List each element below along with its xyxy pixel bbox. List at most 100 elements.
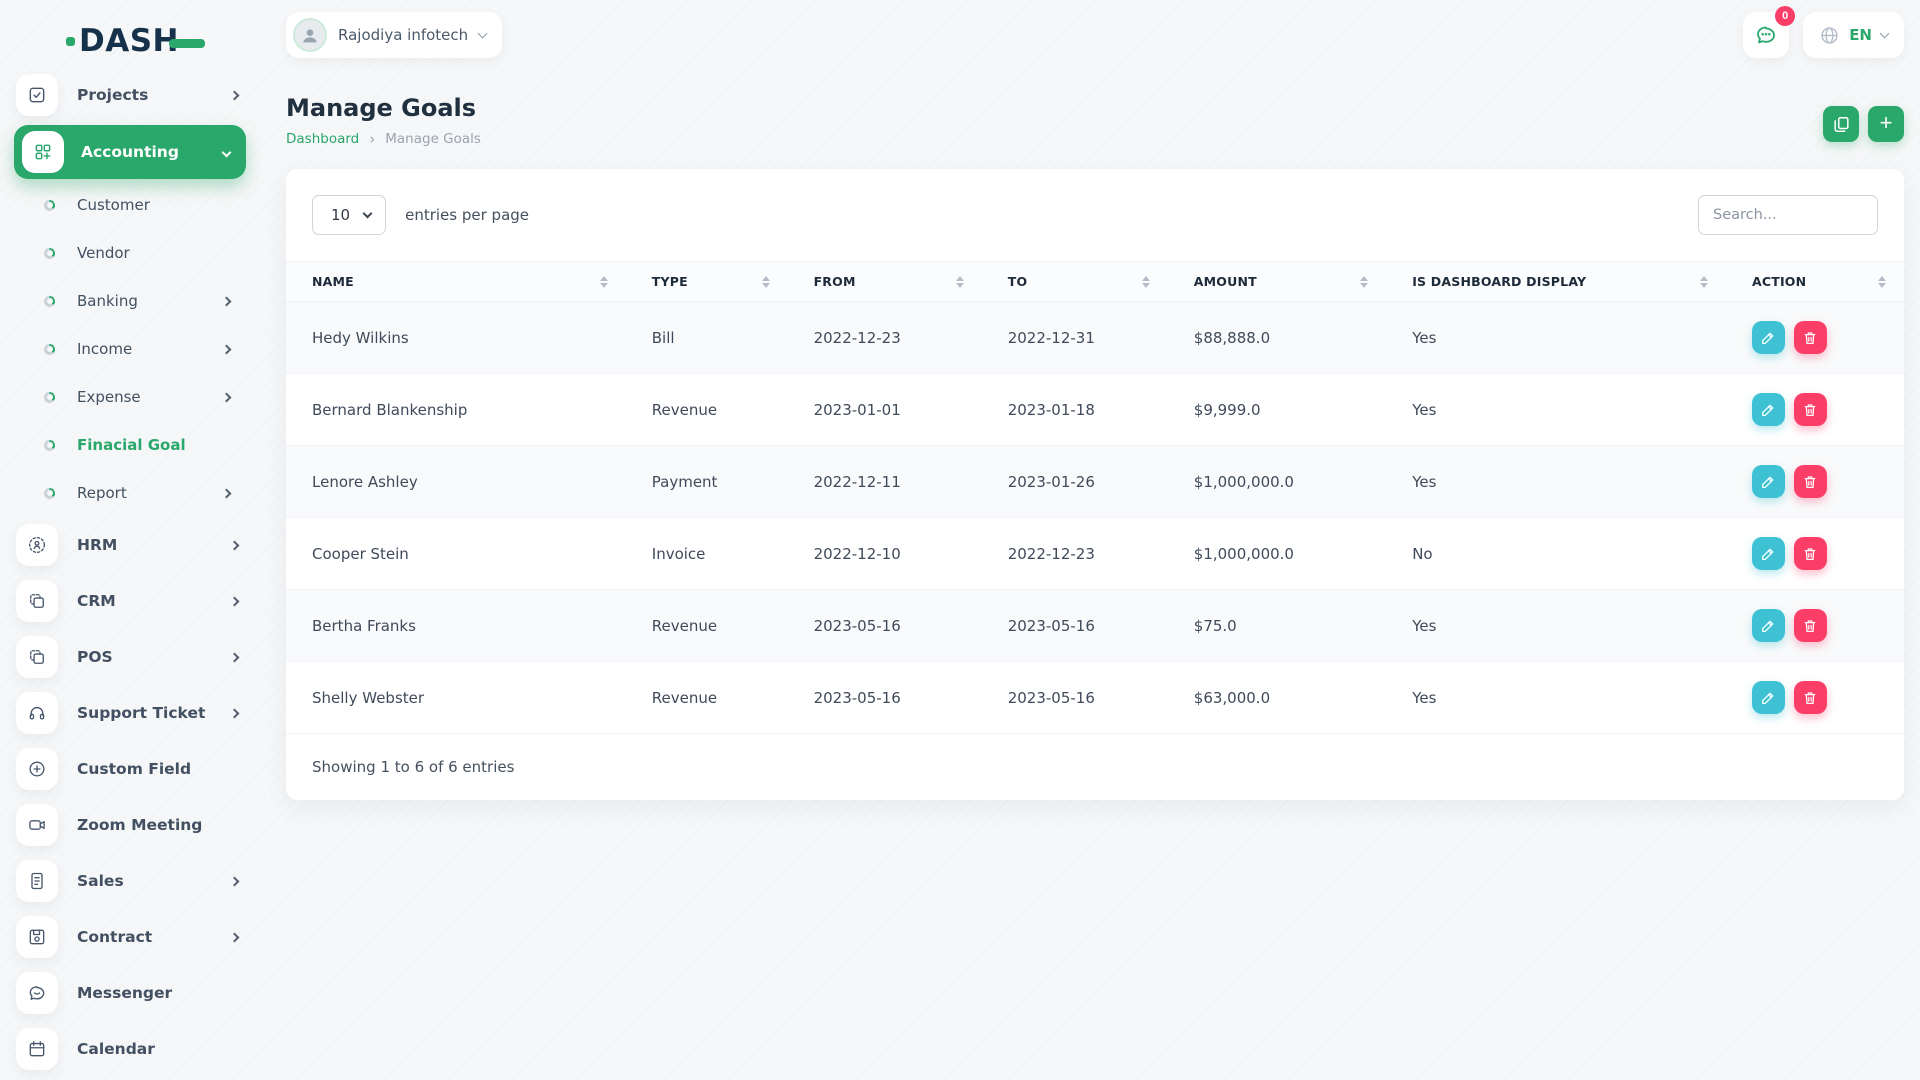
- column-header-to[interactable]: TO: [981, 261, 1168, 302]
- breadcrumb-dashboard-link[interactable]: Dashboard: [286, 131, 359, 147]
- sidebar-item-expense[interactable]: Expense: [0, 373, 260, 421]
- sidebar-item-vendor[interactable]: Vendor: [0, 229, 260, 277]
- search-input[interactable]: [1698, 195, 1878, 235]
- edit-button[interactable]: [1751, 537, 1785, 570]
- sort-icon[interactable]: [1870, 275, 1886, 288]
- sidebar-item-sales[interactable]: Sales: [0, 853, 260, 909]
- column-header-dashboard-display[interactable]: IS DASHBOARD DISPLAY: [1386, 261, 1726, 302]
- sort-icon[interactable]: [592, 275, 608, 288]
- delete-button[interactable]: [1793, 393, 1827, 426]
- pencil-icon: [1762, 692, 1774, 704]
- cell-dashboard-display: No: [1386, 517, 1726, 590]
- cell-type: Revenue: [625, 661, 788, 734]
- cell-type: Revenue: [625, 373, 788, 446]
- sidebar-item-hrm[interactable]: HRM: [0, 517, 260, 573]
- table-summary: Showing 1 to 6 of 6 entries: [312, 758, 515, 776]
- sidebar-item-pos[interactable]: POS: [0, 629, 260, 685]
- copy-icon: [16, 580, 58, 622]
- edit-button[interactable]: [1751, 681, 1785, 714]
- export-button[interactable]: [1823, 106, 1859, 142]
- hrm-icon: [16, 524, 58, 566]
- chevron-right-icon: [221, 344, 232, 354]
- edit-button[interactable]: [1751, 609, 1785, 642]
- table-row: Lenore Ashley Payment 2022-12-11 2023-01…: [286, 445, 1904, 518]
- edit-button[interactable]: [1751, 465, 1785, 498]
- breadcrumb-separator: ›: [369, 129, 376, 148]
- cell-from: 2023-01-01: [787, 373, 982, 446]
- sort-icon[interactable]: [1134, 275, 1150, 288]
- sidebar-item-finacial-goal[interactable]: Finacial Goal: [0, 421, 260, 469]
- edit-button[interactable]: [1751, 393, 1785, 426]
- sidebar-item-projects[interactable]: Projects: [0, 67, 260, 123]
- delete-button[interactable]: [1793, 681, 1827, 714]
- delete-button[interactable]: [1793, 537, 1827, 570]
- sidebar-item-zoom-meeting[interactable]: Zoom Meeting: [0, 797, 260, 853]
- delete-button[interactable]: [1793, 321, 1827, 354]
- chevron-right-icon: [229, 540, 240, 550]
- trash-icon: [1805, 619, 1816, 632]
- sort-icon[interactable]: [1352, 275, 1369, 288]
- column-header-type[interactable]: TYPE: [625, 261, 788, 302]
- app-logo[interactable]: DASH: [66, 26, 260, 57]
- sort-icon[interactable]: [754, 275, 770, 288]
- sidebar-item-contract[interactable]: Contract: [0, 909, 260, 965]
- cell-name: Cooper Stein: [286, 517, 626, 590]
- cell-amount: $75.0: [1167, 589, 1387, 662]
- cell-type: Revenue: [625, 589, 788, 662]
- main-area: Rajodiya infotech 0 EN Manage Goals Dash…: [260, 0, 1920, 1080]
- cell-to: 2023-05-16: [981, 661, 1168, 734]
- calendar-icon: [16, 1028, 58, 1070]
- cell-to: 2023-01-26: [981, 445, 1168, 518]
- entries-per-page-select[interactable]: 10: [312, 195, 387, 235]
- table-row: Bertha Franks Revenue 2023-05-16 2023-05…: [286, 589, 1904, 662]
- cell-amount: $88,888.0: [1167, 301, 1387, 374]
- language-code: EN: [1849, 26, 1872, 44]
- cell-to: 2022-12-23: [981, 517, 1168, 590]
- sidebar-item-income[interactable]: Income: [0, 325, 260, 373]
- add-button[interactable]: +: [1868, 106, 1904, 142]
- column-header-action[interactable]: ACTION: [1725, 261, 1904, 302]
- chevron-right-icon: [229, 708, 240, 718]
- cell-to: 2023-05-16: [981, 589, 1168, 662]
- column-header-name[interactable]: NAME: [286, 261, 626, 302]
- topbar: Rajodiya infotech 0 EN: [286, 0, 1904, 72]
- sidebar-item-crm[interactable]: CRM: [0, 573, 260, 629]
- cell-from: 2023-05-16: [787, 589, 982, 662]
- bullet-icon: [44, 247, 55, 259]
- sidebar-item-banking[interactable]: Banking: [0, 277, 260, 325]
- sidebar-item-accounting[interactable]: Accounting: [14, 125, 246, 179]
- sidebar-item-messenger[interactable]: Messenger: [0, 965, 260, 1021]
- cell-dashboard-display: Yes: [1386, 589, 1726, 662]
- cell-dashboard-display: Yes: [1386, 445, 1726, 518]
- column-header-from[interactable]: FROM: [787, 261, 982, 302]
- delete-button[interactable]: [1793, 465, 1827, 498]
- sidebar-item-customer[interactable]: Customer: [0, 181, 260, 229]
- sidebar-item-report[interactable]: Report: [0, 469, 260, 517]
- cell-type: Payment: [625, 445, 788, 518]
- cell-dashboard-display: Yes: [1386, 661, 1726, 734]
- sidebar-item-calendar[interactable]: Calendar: [0, 1021, 260, 1077]
- sort-icon[interactable]: [1692, 275, 1708, 288]
- sidebar-item-custom-field[interactable]: Custom Field: [0, 741, 260, 797]
- edit-button[interactable]: [1751, 321, 1785, 354]
- column-header-amount[interactable]: AMOUNT: [1167, 261, 1387, 302]
- cell-name: Bertha Franks: [286, 589, 626, 662]
- sidebar-menu: Projects Accounting Customer Vendor Bank…: [0, 67, 260, 1077]
- cell-from: 2022-12-23: [787, 301, 982, 374]
- sidebar-item-support-ticket[interactable]: Support Ticket: [0, 685, 260, 741]
- document-icon: [16, 860, 58, 902]
- language-selector[interactable]: EN: [1803, 12, 1904, 58]
- bullet-icon: [44, 295, 55, 307]
- app-root: DASH Projects Accounting Customer Vendor…: [0, 0, 1920, 1080]
- company-selector[interactable]: Rajodiya infotech: [286, 12, 503, 58]
- cell-amount: $1,000,000.0: [1167, 445, 1387, 518]
- delete-button[interactable]: [1793, 609, 1827, 642]
- message-bubble-icon: [1757, 26, 1776, 44]
- breadcrumb-current: Manage Goals: [385, 131, 481, 147]
- messages-button[interactable]: 0: [1743, 6, 1796, 58]
- sort-icon[interactable]: [948, 275, 964, 288]
- table-body: Hedy Wilkins Bill 2022-12-23 2022-12-31 …: [286, 301, 1904, 734]
- cell-name: Shelly Webster: [286, 661, 626, 734]
- chevron-down-icon: [221, 147, 232, 157]
- plus-icon: +: [1879, 110, 1893, 135]
